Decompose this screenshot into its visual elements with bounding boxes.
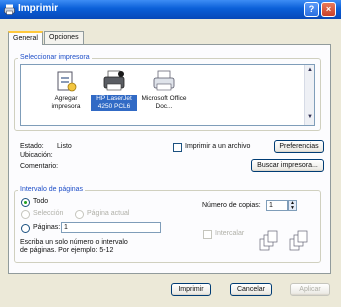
printer-list[interactable]: Agregar impresora HP LaserJet 4250 PCL6 <box>20 64 315 126</box>
print-to-file-label: Imprimir a un archivo <box>185 143 251 150</box>
range-selection-label: Selección <box>33 210 64 217</box>
window-title: Imprimir <box>18 3 59 14</box>
printer-item-office[interactable]: Microsoft Office Doc... <box>141 69 187 111</box>
preferences-button[interactable]: Preferencias <box>274 140 324 153</box>
pages-input[interactable]: 1 <box>61 222 161 233</box>
add-printer-icon <box>57 71 77 92</box>
range-current-page-radio[interactable] <box>75 210 84 219</box>
range-selection-radio[interactable] <box>21 210 30 219</box>
printer-label-hp: HP LaserJet 4250 PCL6 <box>91 95 137 111</box>
range-all-label: Todo <box>33 198 49 205</box>
printer-group-label: Seleccionar impresora <box>18 54 92 61</box>
print-dialog: Imprimir ? × General Opciones Selecciona… <box>0 0 341 307</box>
cancel-button[interactable]: Cancelar <box>230 283 272 296</box>
print-button[interactable]: Imprimir <box>171 283 211 296</box>
spin-down-icon[interactable]: ▼ <box>290 205 295 211</box>
print-to-file-checkbox[interactable] <box>173 143 182 152</box>
help-button[interactable]: ? <box>304 2 319 17</box>
tab-general[interactable]: General <box>8 31 43 45</box>
laser-printer-icon <box>103 70 125 91</box>
collate-label: Intercalar <box>215 230 245 237</box>
printer-item-add[interactable]: Agregar impresora <box>43 69 89 111</box>
collate-pages-icon <box>259 230 308 251</box>
pages-hint: Escriba un solo número o intervalo de pá… <box>20 239 128 254</box>
apply-button[interactable]: Aplicar <box>290 283 330 296</box>
title-bar[interactable]: Imprimir ? × <box>0 0 341 19</box>
document-printer-icon <box>153 70 175 91</box>
page-range-group-label: Intervalo de páginas <box>18 186 86 193</box>
range-all-radio[interactable] <box>21 198 30 207</box>
comentario-label: Comentario: <box>20 163 59 170</box>
scroll-up-icon[interactable]: ▲ <box>306 67 314 76</box>
close-button[interactable]: × <box>321 2 336 17</box>
printer-list-scrollbar[interactable]: ▲ ▼ <box>304 65 314 125</box>
copies-label: Número de copias: <box>202 202 261 209</box>
scroll-down-icon[interactable]: ▼ <box>306 114 314 123</box>
copies-spinner[interactable]: ▲ ▼ <box>288 200 297 211</box>
range-current-page-label: Página actual <box>87 210 130 217</box>
estado-label: Estado: <box>20 143 44 150</box>
estado-value: Listo <box>57 143 72 150</box>
range-pages-radio[interactable] <box>21 224 30 233</box>
ubicacion-label: Ubicación: <box>20 152 53 159</box>
find-printer-button[interactable]: Buscar impresora... <box>251 159 324 172</box>
printer-label-office: Microsoft Office Doc... <box>141 95 187 110</box>
collate-checkbox[interactable] <box>203 230 212 239</box>
printer-item-hp[interactable]: HP LaserJet 4250 PCL6 <box>91 69 137 111</box>
printer-icon <box>4 4 15 15</box>
tab-opciones[interactable]: Opciones <box>44 31 84 44</box>
printer-label-add: Agregar impresora <box>51 95 81 110</box>
range-pages-label: Páginas: <box>33 224 61 231</box>
copies-input[interactable]: 1 <box>266 200 288 211</box>
